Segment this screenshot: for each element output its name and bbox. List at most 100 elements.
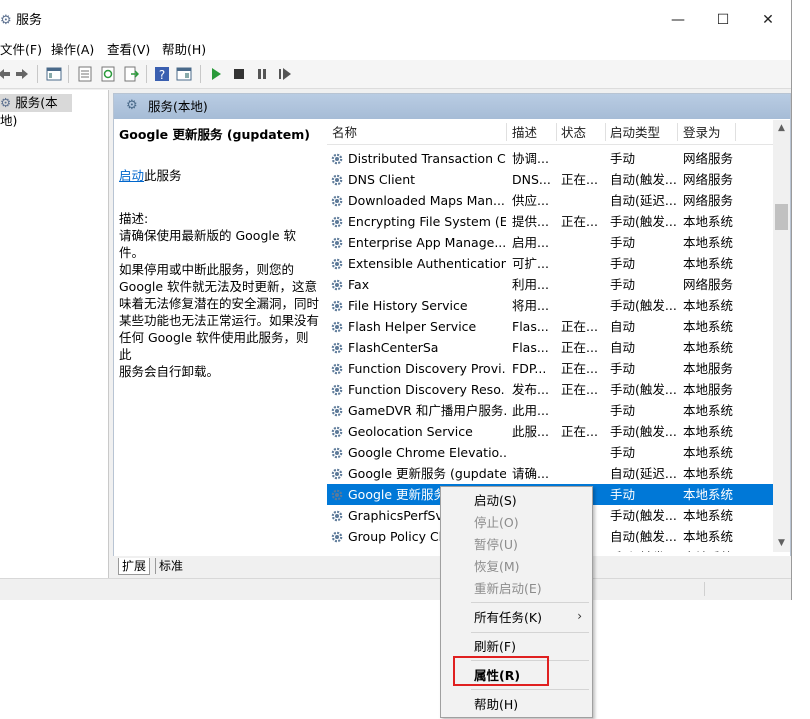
- menu-item-help[interactable]: 帮助(H): [474, 696, 518, 714]
- service-row[interactable]: Enterprise App Manage... 启用... 手动 本地系统: [327, 232, 773, 253]
- service-status: 正在...: [561, 319, 598, 334]
- pause-service-icon[interactable]: [254, 66, 270, 82]
- service-row[interactable]: DNS Client DNS... 正在... 自动(触发... 网络服务: [327, 169, 773, 190]
- service-row[interactable]: Flash Helper Service Flas... 正在... 自动 本地系统: [327, 316, 773, 337]
- start-service-icon[interactable]: [208, 66, 224, 82]
- column-header-log-on-as[interactable]: 登录为: [683, 124, 721, 142]
- menu-item-restart[interactable]: 重新启动(E): [474, 580, 542, 598]
- column-divider[interactable]: [506, 123, 507, 141]
- menu-action[interactable]: 操作(A): [51, 41, 94, 59]
- menu-file[interactable]: 文件(F): [0, 41, 42, 59]
- properties-panel-icon[interactable]: [176, 66, 192, 82]
- start-service-line: 启动此服务: [119, 167, 319, 184]
- description-line: Google 软件就无法及时更新，这意: [119, 279, 318, 294]
- service-row[interactable]: Geolocation Service 此服... 正在... 手动(触发... 本地系…: [327, 421, 773, 442]
- service-log-on-as: 本地系统: [683, 466, 734, 481]
- service-row[interactable]: FlashCenterSa Flas... 正在... 自动 本地系统: [327, 337, 773, 358]
- services-gear-icon: ⚙: [0, 13, 12, 28]
- vertical-scrollbar[interactable]: ▲ ▼: [773, 120, 790, 552]
- service-name: Function Discovery Reso...: [348, 382, 506, 397]
- properties-highlight-box: [453, 656, 549, 686]
- service-gear-icon: [331, 216, 343, 228]
- menu-view[interactable]: 查看(V): [107, 41, 150, 59]
- export-list-icon[interactable]: [123, 66, 139, 82]
- column-divider[interactable]: [556, 123, 557, 141]
- close-button[interactable]: ✕: [745, 4, 791, 36]
- menu-item-stop[interactable]: 停止(O): [474, 514, 519, 532]
- start-service-link[interactable]: 启动: [119, 168, 144, 183]
- service-row[interactable]: Google 更新服务 (gupdate) 请确... 自动(延迟... 本地系统: [327, 463, 773, 484]
- console-tree-icon[interactable]: [46, 66, 62, 82]
- service-log-on-as: 本地系统: [683, 403, 734, 418]
- help-icon[interactable]: ?: [154, 66, 170, 82]
- service-description: 请确...: [512, 466, 549, 481]
- pane-header-label: 服务(本地): [148, 99, 208, 114]
- stop-service-icon[interactable]: [231, 66, 247, 82]
- service-gear-icon: [331, 510, 343, 522]
- list-view-icon[interactable]: [77, 66, 93, 82]
- service-description: 协调...: [512, 151, 549, 166]
- service-gear-icon: [331, 174, 343, 186]
- tree-item-services-local[interactable]: ⚙ 服务(本地): [0, 94, 72, 128]
- column-divider[interactable]: [605, 123, 606, 141]
- service-row[interactable]: File History Service 将用... 手动(触发... 本地系统: [327, 295, 773, 316]
- menu-item-start[interactable]: 启动(S): [474, 492, 517, 510]
- service-name: Google Chrome Elevatio...: [348, 445, 506, 460]
- service-name: DNS Client: [348, 172, 416, 187]
- menu-item-refresh[interactable]: 刷新(F): [474, 638, 516, 656]
- column-header-startup-type[interactable]: 启动类型: [610, 124, 660, 142]
- service-row[interactable]: Google Chrome Elevatio... 手动 本地系统: [327, 442, 773, 463]
- service-gear-icon: [331, 300, 343, 312]
- tab-extended[interactable]: 扩展: [118, 558, 151, 575]
- service-row[interactable]: GameDVR 和广播用户服务... 此用... 手动 本地系统: [327, 400, 773, 421]
- column-divider[interactable]: [735, 123, 736, 141]
- minimize-button[interactable]: —: [655, 4, 701, 36]
- service-gear-icon: [330, 551, 344, 552]
- service-row[interactable]: Extensible Authentication... 可扩... 手动 本地系统: [327, 253, 773, 274]
- menu-item-all-tasks[interactable]: 所有任务(K): [474, 609, 542, 627]
- restart-service-icon[interactable]: [277, 66, 293, 82]
- column-header-name[interactable]: 名称: [332, 124, 357, 142]
- service-gear-icon: [331, 195, 343, 207]
- column-header-description[interactable]: 描述: [512, 124, 537, 142]
- service-row[interactable]: Distributed Transaction C... 协调... 手动 网络服务: [327, 148, 773, 169]
- back-arrow-icon[interactable]: [0, 66, 12, 82]
- column-divider[interactable]: [677, 123, 678, 141]
- toolbar-divider: [200, 65, 201, 83]
- maximize-button[interactable]: ☐: [700, 4, 746, 36]
- window-title: 服务: [16, 13, 43, 28]
- tab-standard[interactable]: 标准: [155, 558, 183, 574]
- menu-item-resume[interactable]: 恢复(M): [474, 558, 520, 576]
- column-header-status[interactable]: 状态: [561, 124, 586, 142]
- forward-arrow-icon[interactable]: [14, 66, 30, 82]
- service-row[interactable]: Downloaded Maps Man... 供应... 自动(延迟... 网络服务: [327, 190, 773, 211]
- service-log-on-as: 本地服务: [683, 361, 734, 376]
- menu-item-pause[interactable]: 暂停(U): [474, 536, 518, 554]
- refresh-icon[interactable]: [100, 66, 116, 82]
- menu-help[interactable]: 帮助(H): [162, 41, 206, 59]
- service-startup-type: 手动: [610, 277, 636, 292]
- service-row[interactable]: Function Discovery Provi... FDP... 正在... 手动…: [327, 358, 773, 379]
- menu-separator: [471, 632, 589, 633]
- description-line: 如果停用或中断此服务，则您的: [119, 262, 295, 277]
- service-startup-type: 手动: [610, 403, 636, 418]
- service-name: Extensible Authentication...: [348, 256, 506, 271]
- service-row[interactable]: Function Discovery Reso... 发布... 正在... 手动(触…: [327, 379, 773, 400]
- service-log-on-as: 本地系统: [683, 319, 734, 334]
- service-description: Flas...: [512, 340, 549, 355]
- service-log-on-as: 本地系统: [683, 256, 734, 271]
- service-gear-icon: [331, 468, 343, 480]
- services-gear-icon: ⚙: [0, 95, 12, 110]
- service-gear-icon: [331, 279, 343, 291]
- service-row[interactable]: Encrypting File System (E... 提供... 正在... 手动…: [327, 211, 773, 232]
- scrollbar-thumb[interactable]: [775, 204, 788, 230]
- list-header: ⌃ 名称 描述 状态 启动类型 登录为: [327, 120, 773, 145]
- service-row[interactable]: Fax 利用... 手动 网络服务: [327, 274, 773, 295]
- service-startup-type: 自动: [610, 340, 636, 355]
- scroll-down-icon[interactable]: ▼: [773, 535, 790, 552]
- description-line: 请确保使用最新版的 Google 软件。: [119, 228, 297, 260]
- service-log-on-as: 本地服务: [683, 382, 734, 397]
- scroll-up-icon[interactable]: ▲: [773, 120, 790, 137]
- service-description: 供应...: [512, 193, 549, 208]
- menu-bar: 文件(F) 操作(A) 查看(V) 帮助(H): [0, 40, 791, 60]
